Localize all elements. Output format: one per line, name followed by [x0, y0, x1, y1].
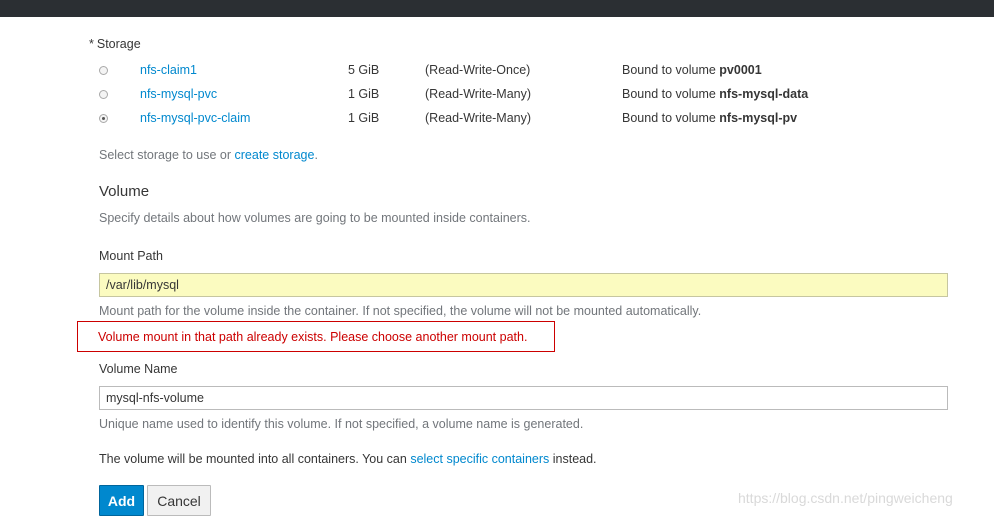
- volume-name-help: Unique name used to identify this volume…: [99, 417, 584, 431]
- claim-size: 5 GiB: [348, 63, 380, 77]
- mount-path-error: Volume mount in that path already exists…: [98, 330, 528, 344]
- top-bar: [0, 0, 994, 17]
- storage-label-text: Storage: [96, 37, 141, 51]
- storage-help: Select storage to use or create storage.: [99, 148, 318, 162]
- claim-access-mode: (Read-Write-Many): [425, 111, 532, 125]
- create-storage-link[interactable]: create storage: [235, 148, 315, 162]
- bound-prefix: Bound to volume: [622, 111, 716, 125]
- storage-row[interactable]: nfs-mysql-pvc-claim 1 GiB (Read-Write-Ma…: [99, 109, 859, 129]
- claim-bound-volume: Bound to volume nfs-mysql-pv: [622, 111, 797, 125]
- mount-path-error-box: Volume mount in that path already exists…: [77, 321, 555, 352]
- claim-size: 1 GiB: [348, 111, 380, 125]
- containers-note-suffix: instead.: [552, 452, 597, 466]
- storage-radio-selected[interactable]: [99, 114, 108, 123]
- volume-name-label: Volume Name: [99, 362, 178, 376]
- claim-name-link[interactable]: nfs-claim1: [140, 63, 197, 77]
- containers-note-text: The volume will be mounted into all cont…: [99, 452, 407, 466]
- bound-prefix: Bound to volume: [622, 87, 716, 101]
- select-containers-link[interactable]: select specific containers: [410, 452, 549, 466]
- cancel-button[interactable]: Cancel: [147, 485, 211, 516]
- volume-description: Specify details about how volumes are go…: [99, 211, 531, 225]
- bound-volume-name: nfs-mysql-pv: [719, 111, 798, 125]
- watermark: https://blog.csdn.net/pingweicheng: [738, 490, 953, 506]
- storage-label: * Storage: [89, 37, 141, 51]
- mount-path-label: Mount Path: [99, 249, 163, 263]
- claim-bound-volume: Bound to volume pv0001: [622, 63, 762, 77]
- bound-volume-name: pv0001: [719, 63, 762, 77]
- storage-radio[interactable]: [99, 90, 108, 99]
- containers-note: The volume will be mounted into all cont…: [99, 452, 597, 466]
- required-marker: *: [89, 37, 94, 51]
- volume-name-input[interactable]: [99, 386, 948, 410]
- storage-help-text: Select storage to use or: [99, 148, 232, 162]
- claim-name-link[interactable]: nfs-mysql-pvc: [140, 87, 217, 101]
- mount-path-help: Mount path for the volume inside the con…: [99, 304, 702, 318]
- add-button[interactable]: Add: [99, 485, 144, 516]
- mount-path-input[interactable]: [99, 273, 948, 297]
- bound-prefix: Bound to volume: [622, 63, 716, 77]
- storage-row[interactable]: nfs-claim1 5 GiB (Read-Write-Once) Bound…: [99, 61, 859, 81]
- storage-radio[interactable]: [99, 66, 108, 75]
- storage-row[interactable]: nfs-mysql-pvc 1 GiB (Read-Write-Many) Bo…: [99, 85, 859, 105]
- claim-access-mode: (Read-Write-Once): [425, 63, 531, 77]
- claim-size: 1 GiB: [348, 87, 380, 101]
- storage-help-suffix: .: [314, 148, 318, 162]
- volume-heading: Volume: [99, 183, 150, 200]
- claim-bound-volume: Bound to volume nfs-mysql-data: [622, 87, 808, 101]
- claim-name-link[interactable]: nfs-mysql-pvc-claim: [140, 111, 250, 125]
- bound-volume-name: nfs-mysql-data: [719, 87, 809, 101]
- claim-access-mode: (Read-Write-Many): [425, 87, 532, 101]
